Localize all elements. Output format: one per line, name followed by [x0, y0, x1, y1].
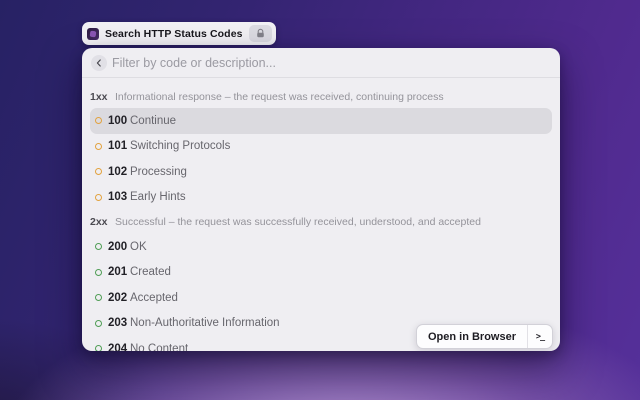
footer-actions: Open in Browser >_	[416, 324, 553, 349]
status-label: Accepted	[130, 292, 178, 304]
search-input[interactable]	[112, 56, 550, 70]
status-circle-icon	[95, 117, 102, 124]
status-circle-icon	[95, 243, 102, 250]
section-description: Successful – the request was successfull…	[115, 216, 481, 228]
status-row[interactable]: 200 OK	[90, 234, 552, 260]
status-row[interactable]: 202 Accepted	[90, 285, 552, 311]
status-circle-icon	[95, 194, 102, 201]
status-code: 103	[108, 191, 130, 203]
status-circle-icon	[95, 143, 102, 150]
back-button[interactable]	[91, 55, 107, 71]
status-code: 200	[108, 241, 130, 253]
extension-icon	[87, 28, 99, 40]
section-header: 1xx Informational response – the request…	[90, 78, 552, 108]
status-code: 203	[108, 317, 130, 329]
status-row[interactable]: 103 Early Hints	[90, 185, 552, 211]
status-circle-icon	[95, 345, 102, 351]
status-row[interactable]: 100 Continue	[90, 108, 552, 134]
status-label: Created	[130, 266, 171, 278]
search-bar	[82, 48, 560, 78]
status-list: 1xx Informational response – the request…	[82, 78, 560, 351]
command-palette-window: 1xx Informational response – the request…	[82, 48, 560, 351]
status-circle-icon	[95, 269, 102, 276]
terminal-icon: >_	[536, 332, 544, 342]
status-label: Switching Protocols	[130, 140, 230, 152]
status-row[interactable]: 101 Switching Protocols	[90, 134, 552, 160]
status-label: Non-Authoritative Information	[130, 317, 280, 329]
status-label: Processing	[130, 166, 187, 178]
section-code: 1xx	[90, 91, 115, 103]
open-in-browser-button[interactable]: Open in Browser	[417, 325, 527, 348]
status-circle-icon	[95, 168, 102, 175]
window-title: Search HTTP Status Codes	[105, 28, 243, 40]
terminal-button[interactable]: >_	[527, 325, 552, 348]
status-circle-icon	[95, 294, 102, 301]
status-code: 202	[108, 292, 130, 304]
section-header: 2xx Successful – the request was success…	[90, 210, 552, 234]
lock-badge[interactable]	[249, 25, 272, 42]
status-code: 102	[108, 166, 130, 178]
status-code: 101	[108, 140, 130, 152]
status-code: 201	[108, 266, 130, 278]
status-circle-icon	[95, 320, 102, 327]
status-label: No Content	[130, 343, 188, 351]
desktop-background: Search HTTP Status Codes 1xx Information…	[0, 0, 640, 400]
window-title-chip[interactable]: Search HTTP Status Codes	[82, 22, 276, 45]
extension-icon-glyph	[90, 30, 97, 37]
lock-icon	[255, 28, 266, 39]
section-code: 2xx	[90, 216, 115, 228]
status-code: 100	[108, 115, 130, 127]
status-label: OK	[130, 241, 147, 253]
status-code: 204	[108, 343, 130, 351]
status-label: Continue	[130, 115, 176, 127]
section-description: Informational response – the request was…	[115, 91, 444, 103]
status-row[interactable]: 102 Processing	[90, 159, 552, 185]
status-label: Early Hints	[130, 191, 186, 203]
chevron-left-icon	[95, 59, 103, 67]
status-row[interactable]: 201 Created	[90, 260, 552, 286]
